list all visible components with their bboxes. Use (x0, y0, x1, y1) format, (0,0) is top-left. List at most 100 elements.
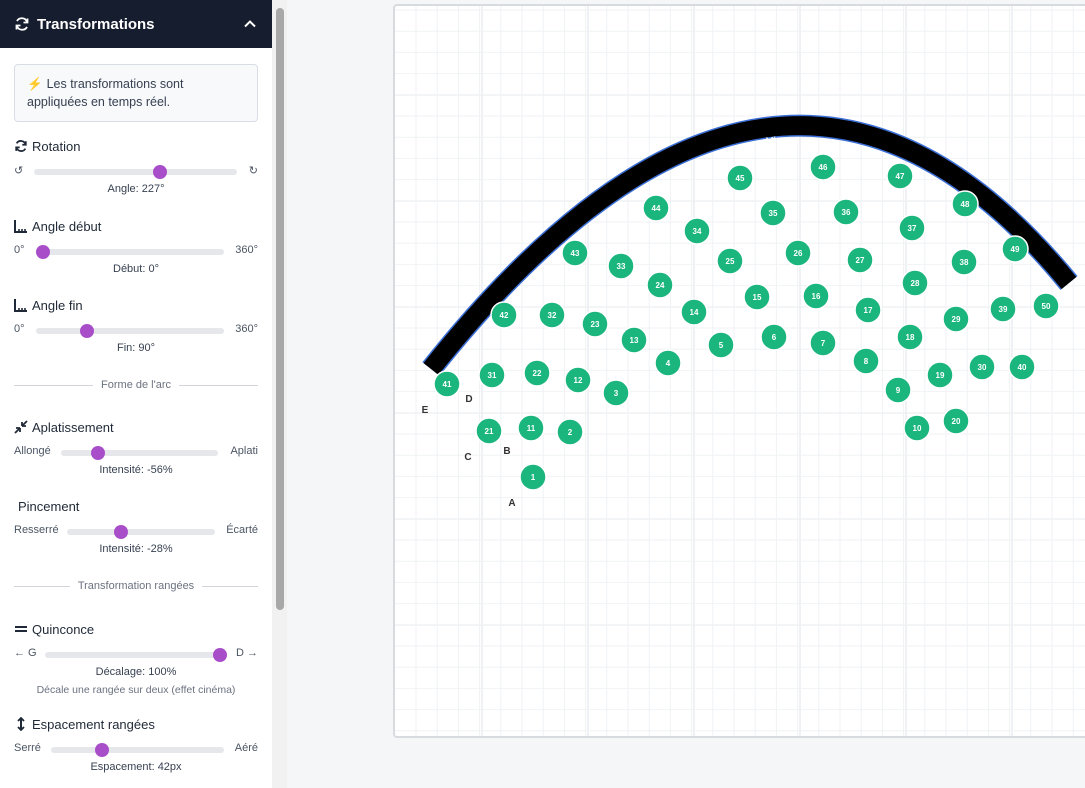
angle-debut-slider[interactable]: 0° 360° (14, 241, 258, 261)
quinconce-section: Quinconce ← G D → Décalage: 100% Décale … (14, 620, 258, 697)
seat-label: 11 (527, 424, 536, 433)
seat-label: 35 (769, 209, 778, 218)
seating-plan[interactable]: Virage123456789101112131415 1617181920212… (395, 6, 1085, 738)
divider-row-transform: Transformation rangées (14, 579, 258, 593)
seat-label: 21 (485, 427, 494, 436)
rotate-ccw-icon[interactable]: ↺ (14, 164, 23, 177)
aplatissement-slider[interactable]: Allongé Aplati (14, 442, 258, 462)
seat-label: 43 (571, 249, 580, 258)
seat-label: 29 (952, 315, 961, 324)
pincement-min: Resserré (14, 524, 59, 536)
espacement-section: Espacement rangées Serré Aéré Espacement… (14, 715, 258, 775)
angle-debut-max: 360° (235, 244, 258, 256)
row-label: D (465, 394, 472, 405)
aplatissement-max: Aplati (230, 445, 258, 457)
pincement-max: Écarté (226, 524, 258, 536)
seat-label: 17 (864, 306, 873, 315)
rotation-slider[interactable]: ↺ ↻ (14, 161, 258, 181)
transformations-panel: Transformations ⚡ Les transformations son… (0, 0, 272, 788)
quinconce-max: D → (236, 647, 258, 659)
seat-label: 26 (794, 249, 803, 258)
seating-canvas[interactable]: Virage 1 2 3 4 5 6 7 8 9 10 11 12 13 14 15 16 17 18 19 20 21 2… (393, 4, 1085, 738)
pincement-slider[interactable]: Resserré Écarté (14, 521, 258, 541)
espacement-min: Serré (14, 742, 41, 754)
angle-debut-min: 0° (14, 244, 25, 256)
rotation-title: Rotation (32, 138, 81, 154)
seat-label: 1 (531, 473, 536, 482)
seat-label: 48 (961, 200, 970, 209)
rotation-thumb[interactable] (152, 165, 167, 179)
seat-label: 6 (772, 333, 777, 342)
row-label: A (508, 498, 515, 509)
aplatissement-thumb[interactable] (91, 446, 106, 460)
seat-label: 31 (488, 371, 497, 380)
espacement-value: Espacement: 42px (90, 761, 182, 773)
refresh-icon (14, 139, 28, 153)
espacement-thumb[interactable] (94, 743, 109, 757)
quinconce-min: ← G (14, 647, 37, 659)
angle-fin-thumb[interactable] (79, 324, 94, 338)
angle-debut-section: Angle début 0° 360° Début: 0° (14, 217, 258, 277)
panel-title: Transformations (37, 15, 155, 33)
equals-icon (14, 622, 28, 636)
ruler-icon (14, 298, 28, 312)
seat-label: 41 (443, 380, 452, 389)
seat-label: 8 (864, 357, 869, 366)
seat-label: 2 (568, 428, 573, 437)
seat-label: 19 (936, 371, 945, 380)
seat-label: 49 (1011, 245, 1020, 254)
seat-label: 40 (1018, 363, 1027, 372)
seat-label: 27 (856, 256, 865, 265)
seat-label: 4 (666, 359, 671, 368)
panel-header[interactable]: Transformations (0, 0, 272, 48)
seat-label: 3 (614, 389, 619, 398)
seat-label: 46 (819, 163, 828, 172)
angle-fin-title: Angle fin (32, 297, 83, 313)
aplatissement-section: Aplatissement Allongé Aplati Intensité: … (14, 418, 258, 478)
angle-debut-thumb[interactable] (36, 245, 50, 259)
seat-label: 9 (896, 386, 901, 395)
quinconce-title: Quinconce (32, 621, 95, 637)
quinconce-slider[interactable]: ← G D → (14, 644, 258, 664)
seat-label: 45 (736, 174, 745, 183)
divider-arc-shape: Forme de l'arc (14, 378, 259, 392)
stage-outline (422, 114, 1078, 376)
pincement-value: Intensité: -28% (99, 543, 173, 555)
seat-label: 20 (952, 417, 961, 426)
refresh-icon (14, 16, 30, 32)
quinconce-thumb[interactable] (213, 648, 227, 662)
sidebar-scrollbar-thumb[interactable] (276, 8, 284, 610)
seat-label: 13 (630, 336, 639, 345)
row-label: E (422, 405, 429, 416)
seat-label: 18 (906, 333, 915, 342)
pincement-thumb[interactable] (113, 525, 128, 539)
seat-label: 24 (656, 281, 665, 290)
pincement-section: Pincement Resserré Écarté Intensité: -28… (14, 497, 258, 557)
seat-label: 15 (753, 293, 762, 302)
rotate-cw-icon[interactable]: ↻ (249, 164, 258, 177)
espacement-max: Aéré (234, 742, 258, 754)
seat-label: 16 (812, 292, 821, 301)
seat-label: 12 (574, 376, 583, 385)
angle-fin-value: Fin: 90° (116, 342, 156, 354)
espacement-slider[interactable]: Serré Aéré (14, 739, 258, 759)
seat-label: 33 (617, 262, 626, 271)
chevron-up-icon[interactable] (242, 16, 258, 32)
ruler-icon (14, 219, 28, 233)
angle-fin-slider[interactable]: 0° 360° (14, 320, 258, 340)
seat-label: 50 (1042, 302, 1051, 311)
seat-label: 44 (652, 204, 661, 213)
seat-label: 10 (913, 424, 922, 433)
row-label: C (464, 452, 471, 463)
seat-label: 7 (821, 339, 826, 348)
lightning-icon: ⚡ (27, 77, 43, 91)
row-label: B (503, 446, 510, 457)
seat-label: 34 (693, 227, 702, 236)
aplatissement-min: Allongé (14, 445, 51, 457)
seat-label: 23 (591, 320, 600, 329)
seat-label: 28 (911, 279, 920, 288)
quinconce-hint: Décale une rangée sur deux (effet cinéma… (36, 684, 236, 696)
seat-label: 14 (690, 308, 699, 317)
info-box: ⚡ Les transformations sont appliquées en … (14, 64, 258, 122)
espacement-title: Espacement rangées (32, 716, 155, 732)
